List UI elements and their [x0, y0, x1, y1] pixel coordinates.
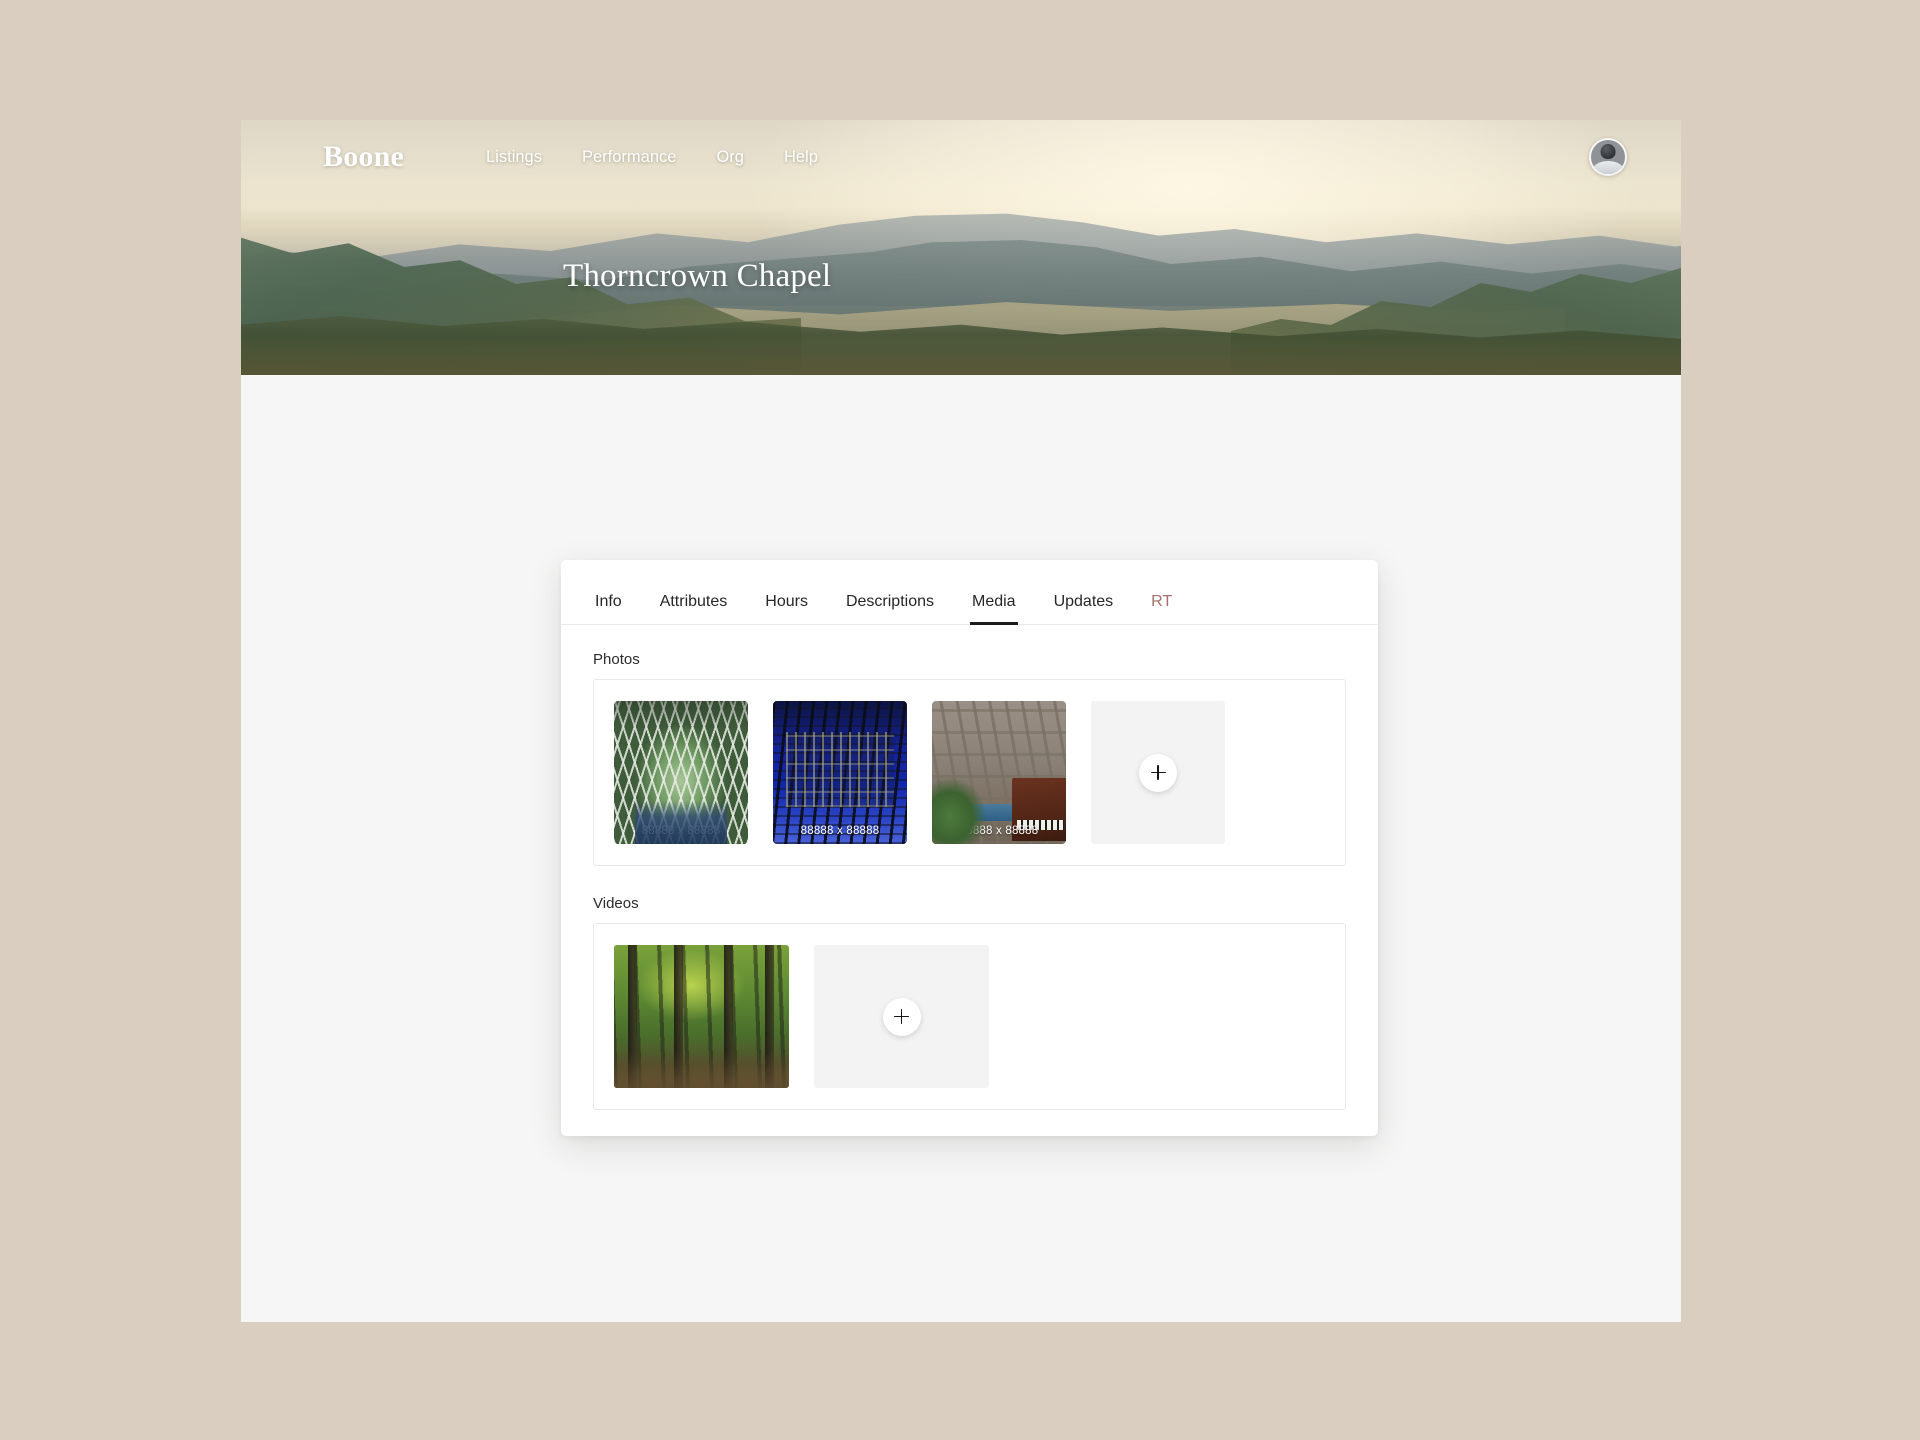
nav-item-performance[interactable]: Performance [582, 148, 676, 167]
page-title: Thorncrown Chapel [563, 258, 832, 294]
nav-item-help[interactable]: Help [784, 148, 818, 167]
media-tab-panel: Photos 88888 x 88888 88888 x 88888 88888… [561, 625, 1378, 1110]
tab-info[interactable]: Info [593, 593, 624, 624]
video-thumbnail[interactable] [614, 945, 789, 1088]
tab-hours[interactable]: Hours [763, 593, 810, 624]
photos-section: 88888 x 88888 88888 x 88888 88888 x 8888… [593, 679, 1346, 866]
video-detail-trunk [673, 945, 683, 1088]
photo-detail-piano [1012, 778, 1066, 842]
tab-rt[interactable]: RT [1149, 593, 1174, 624]
top-navigation-bar: Boone Listings Performance Org Help [241, 120, 1681, 194]
tab-descriptions[interactable]: Descriptions [844, 593, 936, 624]
tab-updates[interactable]: Updates [1052, 593, 1116, 624]
photos-section-label: Photos [593, 651, 640, 668]
video-detail-trunk [628, 945, 637, 1088]
tab-bar: Info Attributes Hours Descriptions Media… [561, 560, 1378, 625]
hero-banner: Boone Listings Performance Org Help Thor… [241, 120, 1681, 375]
nav-item-org[interactable]: Org [716, 148, 744, 167]
photo-dimensions-label: 88888 x 88888 [800, 825, 880, 837]
nav-links: Listings Performance Org Help [486, 148, 818, 167]
brand-logo[interactable]: Boone [323, 142, 404, 172]
plus-icon [1139, 753, 1177, 792]
video-detail-trunk [724, 945, 734, 1088]
photo-thumbnail[interactable]: 88888 x 88888 [932, 701, 1066, 844]
add-video-button[interactable] [814, 945, 989, 1088]
videos-section-label: Videos [593, 895, 639, 912]
tab-media[interactable]: Media [970, 593, 1018, 625]
photo-thumbnail[interactable]: 88888 x 88888 [614, 701, 748, 844]
user-avatar-icon[interactable] [1589, 138, 1627, 176]
video-detail-trunk [764, 945, 774, 1088]
nav-item-listings[interactable]: Listings [486, 148, 542, 167]
videos-section [593, 923, 1346, 1110]
listing-detail-card: Info Attributes Hours Descriptions Media… [561, 560, 1378, 1136]
page-body: Info Attributes Hours Descriptions Media… [241, 375, 1681, 1322]
photo-dimensions-label: 88888 x 88888 [641, 825, 721, 837]
photo-thumbnail[interactable]: 88888 x 88888 [773, 701, 907, 844]
app-window: Boone Listings Performance Org Help Thor… [241, 120, 1681, 1322]
tab-attributes[interactable]: Attributes [658, 593, 730, 624]
plus-icon [882, 997, 921, 1036]
add-photo-button[interactable] [1091, 701, 1225, 844]
